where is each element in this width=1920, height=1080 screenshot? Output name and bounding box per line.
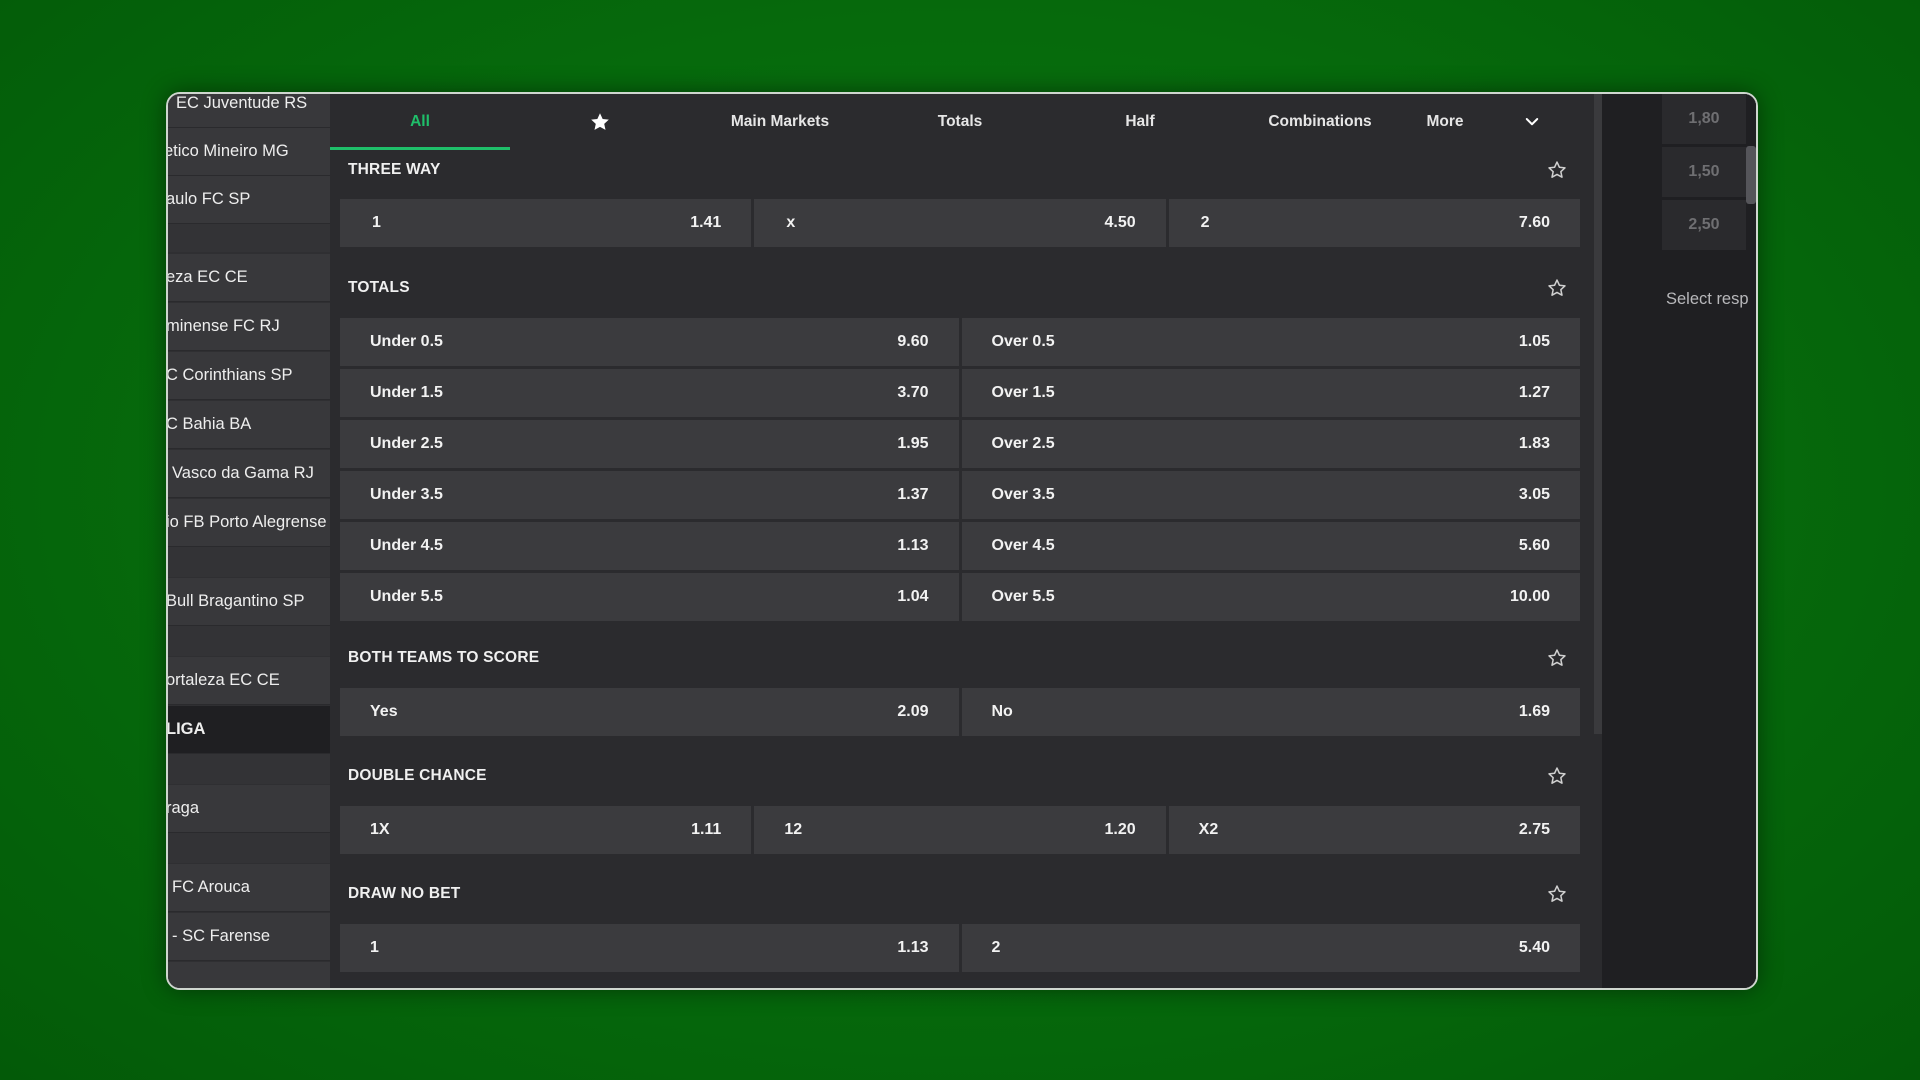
- odd-button[interactable]: Yes 2.09: [340, 688, 959, 736]
- tab-more[interactable]: More: [1410, 94, 1480, 150]
- totals-outcomes: Under 0.5 9.60 Over 0.5 1.05 Under 1.5 3.70…: [340, 318, 1580, 621]
- odd-box[interactable]: 1,80: [1662, 94, 1746, 144]
- odd-button[interactable]: Under 4.5 1.13: [340, 522, 959, 570]
- event-item[interactable]: minense FC RJ: [168, 303, 330, 351]
- app-window: EC Juventude RS etico Mineiro MG aulo FC…: [166, 92, 1758, 990]
- league-divider: [168, 626, 330, 656]
- event-item[interactable]: - SC Farense: [168, 913, 330, 961]
- event-item[interactable]: Vasco da Gama RJ: [168, 450, 330, 498]
- tab-half[interactable]: Half: [1050, 94, 1230, 150]
- tab-main-markets[interactable]: Main Markets: [690, 94, 870, 150]
- star-outline-icon: [1548, 279, 1566, 296]
- event-list: EC Juventude RS etico Mineiro MG aulo FC…: [168, 94, 330, 988]
- star-outline-icon: [1548, 649, 1566, 666]
- odd-button[interactable]: 12 1.20: [754, 806, 1166, 854]
- event-item[interactable]: [168, 962, 330, 988]
- event-item[interactable]: eza EC CE: [168, 254, 330, 302]
- star-outline-icon: [1548, 161, 1566, 178]
- odd-button[interactable]: Over 1.5 1.27: [961, 369, 1580, 417]
- odd-button[interactable]: Under 3.5 1.37: [340, 471, 959, 519]
- bet-slip-panel: 1,80 1,50 2,50 Select resp: [1594, 94, 1756, 988]
- league-divider: [168, 754, 330, 784]
- more-dropdown[interactable]: [1514, 94, 1550, 150]
- favorite-market-button[interactable]: [1544, 268, 1570, 308]
- event-item[interactable]: C Bahia BA: [168, 401, 330, 449]
- odd-button[interactable]: Under 1.5 3.70: [340, 369, 959, 417]
- market-title-double-chance: DOUBLE CHANCE: [348, 767, 487, 784]
- event-item[interactable]: EC Juventude RS: [168, 94, 330, 128]
- market-tabs: All Main Markets Totals Half Combination…: [330, 94, 1756, 150]
- event-item[interactable]: aulo FC SP: [168, 176, 330, 224]
- odd-button[interactable]: No 1.69: [961, 688, 1580, 736]
- odd-box[interactable]: 1,50: [1662, 147, 1746, 197]
- odd-button[interactable]: X2 2.75: [1168, 806, 1580, 854]
- favorite-market-button[interactable]: [1544, 638, 1570, 678]
- star-outline-icon: [1548, 767, 1566, 784]
- odd-button[interactable]: Over 0.5 1.05: [961, 318, 1580, 366]
- chevron-down-icon: [1525, 118, 1539, 126]
- market-title-btts: BOTH TEAMS TO SCORE: [348, 649, 540, 666]
- btts-outcomes: Yes 2.09 No 1.69: [340, 688, 1580, 736]
- favorite-market-button[interactable]: [1544, 874, 1570, 914]
- odd-button[interactable]: 1 1.13: [340, 924, 959, 972]
- event-item[interactable]: etico Mineiro MG: [168, 128, 330, 176]
- odd-button[interactable]: 1X 1.11: [340, 806, 752, 854]
- scrollbar-thumb[interactable]: [1746, 146, 1756, 204]
- event-item[interactable]: raga: [168, 785, 330, 833]
- tab-totals[interactable]: Totals: [870, 94, 1050, 150]
- odd-button[interactable]: x 4.50: [754, 199, 1166, 247]
- league-divider: [168, 547, 330, 577]
- star-icon: [591, 113, 609, 130]
- tab-combinations[interactable]: Combinations: [1230, 94, 1410, 150]
- event-item[interactable]: ortaleza EC CE: [168, 657, 330, 705]
- double-chance-outcomes: 1X 1.11 12 1.20 X2 2.75: [340, 806, 1580, 854]
- event-item[interactable]: io FB Porto Alegrense: [168, 499, 330, 547]
- favorite-market-button[interactable]: [1544, 150, 1570, 190]
- league-divider: [168, 833, 330, 863]
- odd-button[interactable]: Under 0.5 9.60: [340, 318, 959, 366]
- league-header[interactable]: LIGA: [168, 706, 330, 754]
- event-item[interactable]: Bull Bragantino SP: [168, 578, 330, 626]
- odd-button[interactable]: 2 7.60: [1168, 199, 1580, 247]
- star-outline-icon: [1548, 885, 1566, 902]
- market-title-draw-no-bet: DRAW NO BET: [348, 885, 461, 902]
- tab-all[interactable]: All: [330, 94, 510, 150]
- tab-favorites[interactable]: [510, 94, 690, 150]
- odd-button[interactable]: 2 5.40: [961, 924, 1580, 972]
- odd-button[interactable]: 1 1.41: [340, 199, 752, 247]
- favorite-market-button[interactable]: [1544, 756, 1570, 796]
- market-title-totals: TOTALS: [348, 279, 410, 296]
- odd-box[interactable]: 2,50: [1662, 200, 1746, 250]
- odd-button[interactable]: Under 5.5 1.04: [340, 573, 959, 621]
- event-item[interactable]: FC Arouca: [168, 864, 330, 912]
- draw-no-bet-outcomes: 1 1.13 2 5.40: [340, 924, 1580, 972]
- odd-button[interactable]: Over 2.5 1.83: [961, 420, 1580, 468]
- event-item[interactable]: C Corinthians SP: [168, 352, 330, 400]
- select-response-text: Select resp: [1666, 290, 1749, 308]
- odd-button[interactable]: Over 4.5 5.60: [961, 522, 1580, 570]
- scrollbar-track[interactable]: [1594, 94, 1602, 734]
- three-way-outcomes: 1 1.41 x 4.50 2 7.60: [340, 199, 1580, 247]
- market-title-three-way: THREE WAY: [348, 161, 441, 178]
- odd-button[interactable]: Over 5.5 10.00: [961, 573, 1580, 621]
- markets-panel: All Main Markets Totals Half Combination…: [330, 94, 1756, 988]
- odd-button[interactable]: Under 2.5 1.95: [340, 420, 959, 468]
- odd-button[interactable]: Over 3.5 3.05: [961, 471, 1580, 519]
- league-divider: [168, 224, 330, 252]
